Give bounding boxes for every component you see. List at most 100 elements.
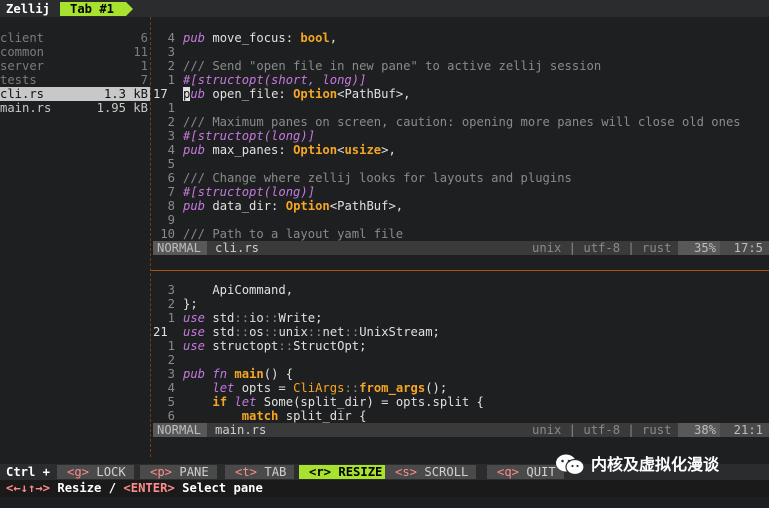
code-line[interactable]: 7 #[structopt(long)] <box>153 185 769 199</box>
tree-item-size: 6 <box>140 31 148 45</box>
line-number: 2 <box>167 59 175 73</box>
line-number: 3 <box>167 129 175 143</box>
code-token: /// Send "open file in new pane" to acti… <box>183 59 602 73</box>
status-file-name: cli.rs <box>215 241 260 255</box>
code-line[interactable]: 4 pub max_panes: Option<usize>, <box>153 143 769 157</box>
mode-key-lock[interactable]: <g> LOCK <box>57 465 134 479</box>
code-token: /// Path to a layout yaml file <box>183 227 404 241</box>
code-text: use std::os::unix::net::UnixStream; <box>183 325 440 339</box>
tree-item-size: 1.3 kB <box>103 87 148 101</box>
code-line[interactable]: 6 match split_dir { <box>153 409 769 423</box>
code-line[interactable]: 10 /// Path to a layout yaml file <box>153 227 769 241</box>
mode-key-tab[interactable]: <t> TAB <box>225 465 295 479</box>
key-label: SCROLL <box>424 465 469 479</box>
file-tree-pane[interactable]: client 6 common 11 server 1 tests 7 cli.rs 1.3 kB… <box>0 31 150 115</box>
code-text: /// Maximum panes on screen, caution: op… <box>183 115 741 129</box>
line-number: 7 <box>167 185 175 199</box>
tree-folder[interactable]: server 1 <box>0 59 150 73</box>
mode-key-pane[interactable]: <p> PANE <box>140 465 217 479</box>
code-token: :: <box>234 311 250 325</box>
code-line[interactable]: 2 /// Maximum panes on screen, caution: o… <box>153 115 769 129</box>
code-line[interactable]: 17 pub open_file: Option<PathBuf>, <box>153 87 769 101</box>
code-line[interactable]: 3 pub fn main() { <box>153 367 769 381</box>
code-text: pub move_focus: bool, <box>183 31 337 45</box>
code-token: :: <box>344 325 360 339</box>
line-number: 3 <box>167 283 175 297</box>
code-line[interactable]: 5 <box>153 157 769 171</box>
code-line[interactable]: 3 ApiCommand, <box>153 283 769 297</box>
mode-key-resize[interactable]: <r> RESIZE <box>299 465 391 479</box>
code-token: unix <box>278 325 308 339</box>
code-line[interactable]: 1 <box>153 101 769 115</box>
code-token: :: <box>263 311 279 325</box>
key-shortcut: <s> <box>395 465 418 479</box>
code-text: if let Some(split_dir) = opts.split { <box>183 395 484 409</box>
line-number: 5 <box>167 395 175 409</box>
code-text: /// Send "open file in new pane" to acti… <box>183 59 601 73</box>
code-line[interactable]: 1 use structopt::StructOpt; <box>153 339 769 353</box>
code-text: pub max_panes: Option<usize>, <box>183 143 396 157</box>
code-line[interactable]: 4 pub move_focus: bool, <box>153 31 769 45</box>
code-token: opts = <box>234 381 294 395</box>
code-token: main <box>234 367 264 381</box>
pane-divider-vertical[interactable] <box>150 17 151 457</box>
code-line[interactable]: 3 #[structopt(long)] <box>153 129 769 143</box>
code-line[interactable]: 8 pub data_dir: Option<PathBuf>, <box>153 199 769 213</box>
code-token: use <box>183 339 206 353</box>
tree-folder[interactable]: tests 7 <box>0 73 150 87</box>
tree-item-size: 11 <box>133 45 148 59</box>
code-token: StructOpt; <box>293 339 367 353</box>
mode-key-quit[interactable]: <q> QUIT <box>487 465 564 479</box>
pane-divider-horizontal[interactable] <box>151 270 769 271</box>
code-line[interactable]: 9 <box>153 213 769 227</box>
ctrl-modifier-label: Ctrl + <box>6 465 51 479</box>
code-line[interactable]: 1 #[structopt(short, long)] <box>153 73 769 87</box>
editor-pane-bottom[interactable]: 3 ApiCommand, 2}; 1 use std::io::Write; 21 us… <box>153 283 769 423</box>
key-label: TAB <box>264 465 287 479</box>
code-line[interactable]: 6 /// Change where zellij looks for layou… <box>153 171 769 185</box>
line-number: 21 <box>153 325 168 339</box>
code-token: :: <box>263 325 279 339</box>
status-percent: 35% <box>678 241 720 255</box>
code-line[interactable]: 4 let opts = CliArgs::from_args(); <box>153 381 769 395</box>
code-line[interactable]: 5 if let Some(split_dir) = opts.split { <box>153 395 769 409</box>
key-label: LOCK <box>96 465 126 479</box>
mode-key-scroll[interactable]: <s> SCROLL <box>385 465 477 479</box>
code-token: open_file: <box>205 87 294 101</box>
status-percent: 38% <box>678 423 720 437</box>
code-line[interactable]: 2 /// Send "open file in new pane" to act… <box>153 59 769 73</box>
tree-folder[interactable]: common 11 <box>0 45 150 59</box>
tree-folder[interactable]: client 6 <box>0 31 150 45</box>
code-token: ApiCommand, <box>183 283 294 297</box>
status-cursor-position: 17:5 <box>720 241 769 255</box>
line-number: 5 <box>167 157 175 171</box>
editor-pane-top[interactable]: 4 pub move_focus: bool, 3 2/// Send "open f… <box>153 31 769 241</box>
code-line[interactable]: 21 use std::os::unix::net::UnixStream; <box>153 325 769 339</box>
code-token: from_args <box>359 381 426 395</box>
line-number: 2 <box>167 353 175 367</box>
tree-item-name: tests <box>0 73 37 87</box>
tree-file[interactable]: main.rs 1.95 kB <box>0 101 150 115</box>
select-pane-hint-label: Select pane <box>174 481 263 495</box>
code-line[interactable]: 2 <box>153 353 769 367</box>
code-token: fn <box>212 367 228 381</box>
code-token: , <box>329 31 338 45</box>
tab-active[interactable]: Tab #1 <box>60 2 134 16</box>
code-token: Option <box>293 87 338 101</box>
line-number: 4 <box>167 381 175 395</box>
code-text: ApiCommand, <box>183 283 293 297</box>
line-number: 3 <box>167 367 175 381</box>
code-line[interactable]: 2}; <box>153 297 769 311</box>
tree-file[interactable]: cli.rs 1.3 kB <box>0 87 150 101</box>
hint-bar: <←↓↑→> Resize / <ENTER> Select pane <box>0 480 769 497</box>
line-number: 2 <box>167 297 175 311</box>
code-token: os <box>249 325 264 339</box>
code-line[interactable]: 1 use std::io::Write; <box>153 311 769 325</box>
code-line[interactable]: 3 <box>153 45 769 59</box>
code-token: std <box>205 311 235 325</box>
tree-item-name: common <box>0 45 45 59</box>
status-cursor-position: 21:1 <box>720 423 769 437</box>
code-token: :: <box>344 381 360 395</box>
code-token: use <box>183 325 206 339</box>
